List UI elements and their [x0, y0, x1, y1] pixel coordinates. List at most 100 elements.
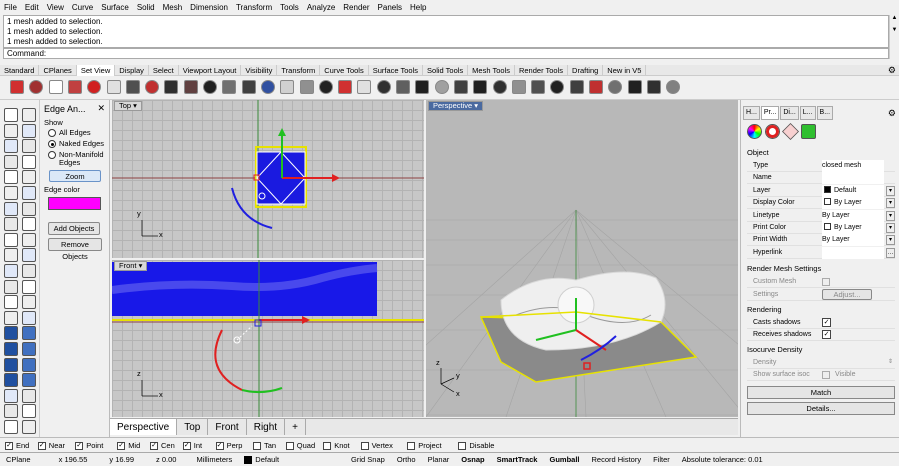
offset-icon[interactable]	[4, 310, 18, 325]
property-value-hyperlink[interactable]	[822, 246, 884, 259]
gear-icon[interactable]: ⚙	[888, 108, 896, 119]
gumball-rotate-arc-green[interactable]	[241, 387, 283, 394]
toolbar-tab-mesh-tools[interactable]: Mesh Tools	[468, 64, 515, 76]
details-button[interactable]: Details...	[747, 402, 895, 415]
perspective-viewport[interactable]: z y x Perspective ▾	[426, 100, 738, 417]
target-icon[interactable]	[299, 80, 314, 94]
add-viewport-tab[interactable]: +	[285, 419, 306, 435]
adjust-button[interactable]: Adjust...	[822, 289, 872, 300]
chevron-down-icon[interactable]: ▾	[886, 223, 895, 233]
menu-item-file[interactable]: File	[0, 0, 21, 15]
toolbar-tab-render-tools[interactable]: Render Tools	[515, 64, 569, 76]
menu-item-surface[interactable]: Surface	[97, 0, 133, 15]
planar-toggle[interactable]: Planar	[422, 453, 456, 466]
show-isoc-checkbox[interactable]	[822, 371, 830, 379]
toolbar-tab-transform[interactable]: Transform	[277, 64, 321, 76]
properties-tab-3[interactable]: L...	[799, 106, 816, 120]
menu-item-dimension[interactable]: Dimension	[186, 0, 232, 15]
tilt-icon[interactable]	[434, 80, 449, 94]
text-icon[interactable]	[22, 170, 36, 185]
naked-edges-radio[interactable]	[48, 140, 56, 148]
menu-item-mesh[interactable]: Mesh	[159, 0, 187, 15]
block-icon[interactable]	[22, 357, 36, 372]
units[interactable]: Millimeters	[190, 453, 238, 466]
custom-mesh-checkbox[interactable]	[822, 278, 830, 286]
close-icon[interactable]: ✕	[97, 103, 105, 114]
analyze-icon[interactable]	[22, 373, 36, 388]
browse-button[interactable]: …	[886, 247, 895, 258]
rotate-icon[interactable]	[22, 232, 36, 247]
light-icon[interactable]	[396, 80, 410, 94]
redo-view-icon[interactable]	[357, 80, 372, 94]
toolbar-tab-viewport-layout[interactable]: Viewport Layout	[179, 64, 242, 76]
set-camera-icon[interactable]	[280, 80, 295, 94]
trim-icon[interactable]	[4, 264, 18, 278]
snapshot-icon[interactable]	[4, 404, 18, 419]
select-icon[interactable]	[4, 108, 18, 122]
osnap-end-checkbox[interactable]: ✓	[5, 442, 13, 450]
curvature-icon[interactable]	[4, 420, 18, 434]
extra-view-icon[interactable]	[666, 80, 681, 94]
bottom-view-icon[interactable]	[569, 80, 584, 94]
toolbar-tab-visibility[interactable]: Visibility	[241, 64, 278, 76]
zoom-extents-icon[interactable]	[10, 80, 24, 94]
circle-icon[interactable]	[4, 139, 18, 154]
join-icon[interactable]	[4, 279, 18, 294]
receives-shadows-checkbox[interactable]: ✓	[822, 330, 831, 339]
draft-icon[interactable]	[22, 420, 36, 434]
toolbar-tab-solid-tools[interactable]: Solid Tools	[423, 64, 469, 76]
viewport-tab-perspective[interactable]: Perspective	[110, 419, 178, 435]
toolbar-tab-new-in-v5[interactable]: New in V5	[603, 64, 647, 76]
left-view-icon[interactable]	[473, 80, 488, 94]
osnap-knot-checkbox[interactable]	[323, 442, 332, 450]
iso-view-icon[interactable]	[589, 80, 603, 94]
menu-item-analyze[interactable]: Analyze	[303, 0, 339, 15]
polyline-icon[interactable]	[4, 123, 18, 138]
zoom-selected-icon[interactable]	[29, 80, 44, 94]
remove-objects-button[interactable]: Remove Objects	[48, 238, 102, 261]
fillet-icon[interactable]	[4, 295, 18, 310]
gumball-x-head[interactable]	[332, 174, 340, 182]
material-icon[interactable]	[747, 124, 762, 139]
toolbar-tab-drafting[interactable]: Drafting	[568, 64, 604, 76]
osnap-toggle[interactable]: Osnap	[455, 453, 490, 466]
osnap-disable-checkbox[interactable]	[458, 442, 467, 450]
orbit-icon[interactable]	[627, 80, 642, 94]
osnap-vertex-checkbox[interactable]	[360, 442, 369, 450]
gumball-y-head[interactable]	[278, 128, 286, 136]
mirror-icon[interactable]	[22, 248, 36, 263]
osnap-perp-checkbox[interactable]: ✓	[215, 442, 224, 450]
record-history-toggle[interactable]: Record History	[586, 453, 648, 466]
wallpaper-icon[interactable]	[260, 80, 275, 94]
ellipse-icon[interactable]	[4, 154, 18, 169]
zoom-window-icon[interactable]	[67, 80, 82, 94]
menu-item-view[interactable]: View	[43, 0, 68, 15]
toolbar-tab-curve-tools[interactable]: Curve Tools	[320, 64, 369, 76]
property-value-type[interactable]: closed mesh	[822, 160, 884, 172]
command-scrollbar[interactable]: ▲ ▼	[889, 15, 899, 59]
viewport-tab-right[interactable]: Right	[247, 419, 286, 435]
osnap-int-checkbox[interactable]: ✓	[182, 442, 191, 450]
curve-icon[interactable]	[22, 123, 36, 138]
back-view-icon[interactable]	[531, 80, 546, 94]
move-icon[interactable]	[22, 217, 36, 232]
toolbar-tab-display[interactable]: Display	[115, 64, 149, 76]
sphere-icon[interactable]	[22, 201, 36, 216]
chamfer-icon[interactable]	[22, 295, 36, 310]
render-icon[interactable]	[4, 388, 18, 403]
front-view-icon[interactable]	[511, 80, 526, 94]
grid-snap-toggle[interactable]: Grid Snap	[345, 453, 391, 466]
rectangle-icon[interactable]	[22, 154, 36, 169]
property-value-print-color[interactable]: By Layer	[822, 222, 884, 234]
casts-shadows-checkbox[interactable]: ✓	[822, 318, 831, 327]
point-icon[interactable]	[22, 108, 36, 122]
properties-tab-4[interactable]: B...	[816, 106, 834, 120]
plan-view-icon[interactable]	[608, 80, 623, 94]
filter-toggle[interactable]: Filter	[647, 453, 676, 466]
solid-icon[interactable]	[22, 186, 36, 200]
smarttrack-toggle[interactable]: SmartTrack	[491, 453, 544, 466]
gear-icon[interactable]: ⚙	[888, 65, 896, 76]
menu-item-transform[interactable]: Transform	[232, 0, 276, 15]
cplane-icon[interactable]	[164, 80, 179, 94]
osnap-point-checkbox[interactable]: ✓	[75, 442, 84, 450]
